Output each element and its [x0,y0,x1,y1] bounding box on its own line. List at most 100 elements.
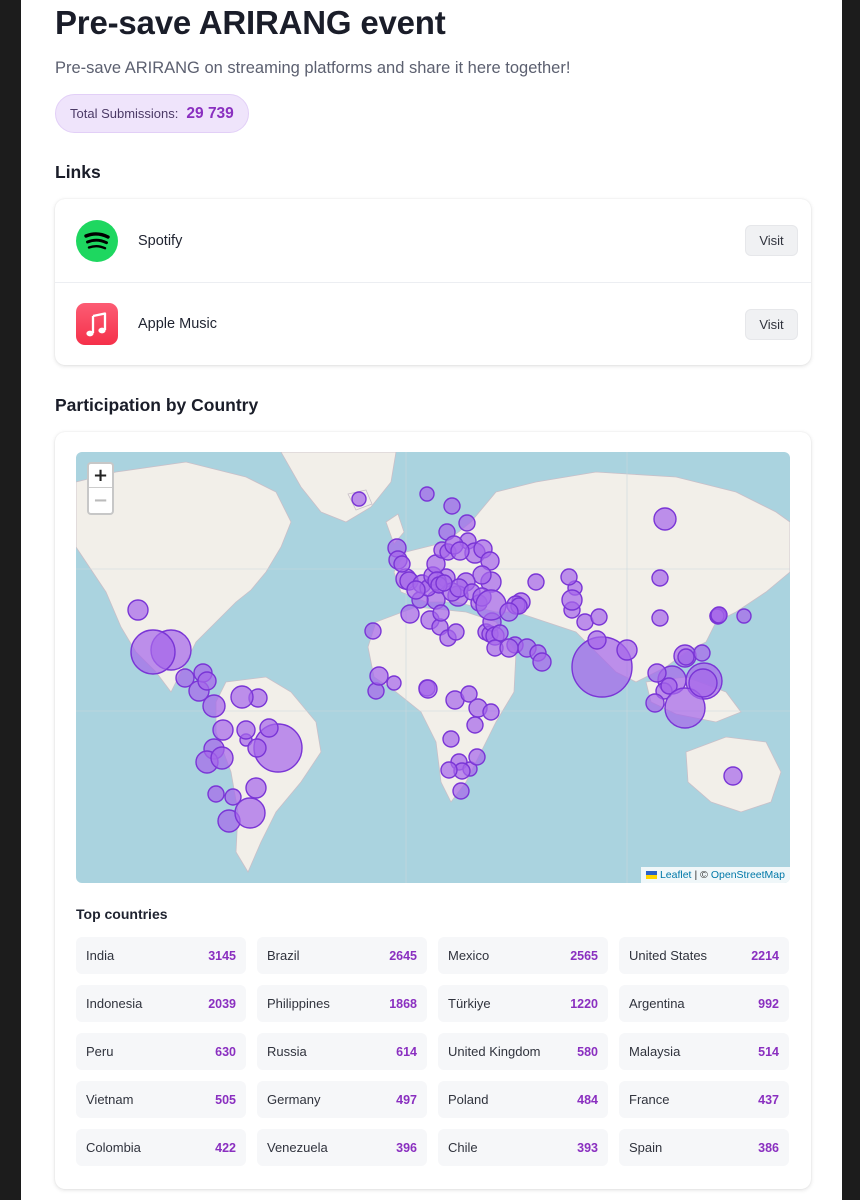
country-marker[interactable] [647,663,667,683]
country-marker[interactable] [212,719,234,741]
map-canvas [76,452,790,883]
country-marker[interactable] [367,682,385,700]
country-marker[interactable] [458,514,476,532]
country-marker[interactable] [259,718,279,738]
country-stat: Chile 393 [438,1129,608,1166]
country-marker[interactable] [230,685,254,709]
country-name: Vietnam [86,1092,134,1107]
country-name: United Kingdom [448,1044,541,1059]
country-name: Russia [267,1044,307,1059]
apple-music-icon [76,303,118,345]
country-marker[interactable] [418,679,438,699]
country-marker[interactable] [393,555,411,573]
spotify-icon [76,219,118,262]
country-marker[interactable] [369,666,389,686]
apple-music-visit-button[interactable]: Visit [745,308,798,340]
country-name: Türkiye [448,996,491,1011]
country-marker[interactable] [491,624,509,642]
country-stat: France 437 [619,1081,789,1118]
country-name: Brazil [267,948,300,963]
country-marker[interactable] [236,720,256,740]
country-marker[interactable] [450,541,470,561]
country-marker[interactable] [406,580,426,600]
country-marker[interactable] [468,748,486,766]
country-stat: Vietnam 505 [76,1081,246,1118]
country-stat: Brazil 2645 [257,937,427,974]
country-stat: India 3145 [76,937,246,974]
country-marker[interactable] [560,568,578,586]
link-row-spotify: Spotify Visit [55,199,811,282]
country-marker[interactable] [645,693,665,713]
country-count: 2039 [208,996,236,1011]
zoom-control: + − [87,462,114,515]
country-marker[interactable] [234,797,266,829]
country-marker[interactable] [351,491,367,507]
country-marker[interactable] [466,716,484,734]
country-marker[interactable] [651,609,669,627]
country-marker[interactable] [482,703,500,721]
country-marker[interactable] [527,573,545,591]
country-name: Spain [629,1140,663,1155]
country-count: 3145 [208,948,236,963]
country-marker[interactable] [677,648,695,666]
country-count: 2565 [570,948,598,963]
country-stat: Malaysia 514 [619,1033,789,1070]
map-attribution: Leaflet | © OpenStreetMap [640,867,790,883]
country-marker[interactable] [653,507,677,531]
country-marker[interactable] [442,730,460,748]
osm-link[interactable]: OpenStreetMap [711,869,785,881]
total-submissions-value: 29 739 [186,104,234,122]
zoom-in-button[interactable]: + [89,464,112,488]
country-marker[interactable] [723,766,743,786]
country-marker[interactable] [386,675,402,691]
country-marker[interactable] [210,746,234,770]
country-marker[interactable] [419,486,435,502]
country-marker[interactable] [472,565,492,585]
country-marker[interactable] [432,604,450,622]
country-marker[interactable] [688,668,718,698]
country-marker[interactable] [616,639,638,661]
leaflet-link[interactable]: Leaflet [660,869,692,881]
country-marker[interactable] [710,606,728,624]
country-name: Malaysia [629,1044,681,1059]
country-marker[interactable] [130,629,176,675]
country-marker[interactable] [590,608,608,626]
country-count: 992 [758,996,779,1011]
spotify-visit-button[interactable]: Visit [745,225,798,256]
country-marker[interactable] [499,602,519,622]
country-marker[interactable] [452,782,470,800]
country-name: Peru [86,1044,114,1059]
country-marker[interactable] [447,623,465,641]
country-marker[interactable] [245,777,267,799]
country-name: Indonesia [86,996,143,1011]
land-greenland [280,452,397,523]
country-marker[interactable] [532,652,552,672]
country-stat: United Kingdom 580 [438,1033,608,1070]
country-marker[interactable] [443,497,461,515]
country-marker[interactable] [247,738,267,758]
country-marker[interactable] [202,694,226,718]
country-marker[interactable] [207,785,225,803]
world-map[interactable]: + − Leaflet | © OpenStreetMap [76,452,790,883]
country-marker[interactable] [561,589,583,611]
participation-card: + − Leaflet | © OpenStreetMap Top countr… [55,432,811,1189]
country-stat: Russia 614 [257,1033,427,1070]
country-marker[interactable] [499,638,519,658]
country-marker[interactable] [127,599,149,621]
country-name: Philippines [267,996,330,1011]
country-stat: Indonesia 2039 [76,985,246,1022]
country-marker[interactable] [197,671,217,691]
country-count: 497 [396,1092,417,1107]
country-stat: Spain 386 [619,1129,789,1166]
country-name: Colombia [86,1140,141,1155]
country-marker[interactable] [651,569,669,587]
zoom-out-button[interactable]: − [89,488,112,512]
country-marker[interactable] [364,622,382,640]
country-count: 437 [758,1092,779,1107]
country-marker[interactable] [736,608,752,624]
country-marker[interactable] [587,630,607,650]
country-marker[interactable] [435,574,453,592]
country-marker[interactable] [693,644,711,662]
country-marker[interactable] [440,761,458,779]
country-count: 1220 [570,996,598,1011]
